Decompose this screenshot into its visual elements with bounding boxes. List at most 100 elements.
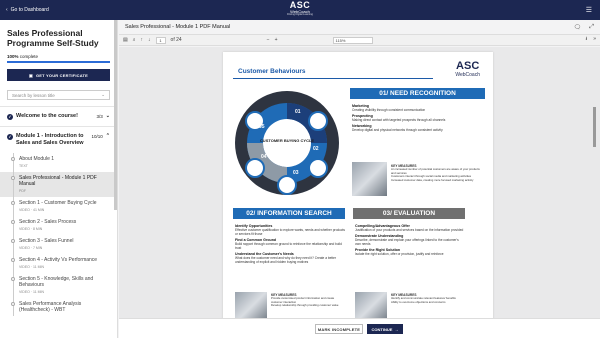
lesson-status-icon [11, 277, 15, 281]
lesson-title: Section 2 - Sales Process [19, 219, 77, 225]
check-icon: ✓ [7, 133, 13, 140]
item-text: Creating visibility through consistent c… [352, 108, 426, 112]
certificate-icon: ▣ [28, 72, 33, 78]
need-key-measures: KEY MEASURES An increased number of pote… [391, 164, 483, 182]
phone-photo [352, 162, 387, 196]
item-text: What does the customer need and why do t… [235, 256, 336, 264]
lesson-title: About Module 1 [19, 156, 55, 162]
section-count: 10/10 [91, 134, 103, 139]
pdf-heading: Customer Behaviours [238, 68, 306, 75]
progress-value: 100% [7, 54, 19, 59]
buying-cycle-diagram: CUSTOMER BUYING CYCLE 01 02 03 04 05 [235, 91, 339, 195]
section-count: 3/3 [96, 114, 103, 119]
go-to-dashboard-link[interactable]: ‹ Go to Dashboard [6, 7, 49, 13]
sidebar-toggle-icon[interactable]: ▤ [123, 37, 128, 43]
search-icon[interactable]: ⌕ [133, 37, 136, 43]
cycle-step-number: 05 [259, 124, 265, 130]
information-search-list: Identify Opportunities Effective customer… [235, 222, 345, 264]
lesson-content: Sales Professional - Module 1 PDF Manual… [119, 20, 600, 338]
next-page-icon[interactable]: ↓ [148, 37, 151, 43]
item-text: Build rapport through common ground to r… [235, 242, 342, 250]
eval-key-measures: KEY MEASURES Identify and communicate re… [391, 293, 466, 304]
sidebar-scrollbar[interactable] [114, 20, 117, 210]
chevron-left-icon: ‹ [6, 7, 8, 13]
chevron-down-icon: ⌄ [105, 113, 110, 119]
cycle-center-label: CUSTOMER BUYING CYCLE [260, 138, 314, 143]
lesson-title: Section 3 - Sales Funnel [19, 238, 74, 244]
hamburger-menu-icon[interactable]: ☰ [586, 6, 592, 14]
lesson-item[interactable]: Section 1 - Customer Buying Cycle VIDEO ·… [0, 197, 117, 216]
lesson-status-icon [11, 220, 15, 224]
pdf-page: Customer Behaviours ASC WebCoach CUSTOME… [223, 52, 493, 334]
zoom-out-icon[interactable]: − [267, 37, 270, 43]
lesson-status-icon [11, 157, 15, 161]
lesson-item[interactable]: Section 3 - Sales Funnel VIDEO · 7 MIN [0, 235, 117, 254]
pdf-logo-main: ASC [456, 60, 480, 72]
document-title: Sales Professional - Module 1 PDF Manual [125, 24, 231, 30]
lesson-item-active[interactable]: Sales Professional - Module 1 PDF Manual… [0, 172, 117, 197]
divider [233, 78, 433, 79]
get-certificate-button[interactable]: ▣ GET YOUR CERTIFICATE [7, 69, 110, 81]
item-text: Describe, demonstrate and explain your o… [355, 238, 459, 246]
top-bar: ‹ Go to Dashboard ASC WebCoach Driving D… [0, 0, 600, 20]
lesson-meta: VIDEO · 11 MIN [19, 290, 45, 294]
zoom-select[interactable]: 115% [332, 36, 373, 44]
key-measure: Increased customer data, creating more f… [391, 177, 474, 182]
fullscreen-icon[interactable]: ⤢ [589, 24, 594, 31]
check-icon: ✓ [7, 113, 13, 120]
lesson-item[interactable]: Section 5 - Knowledge, Skills and Behavi… [0, 273, 117, 298]
item-text: Develop digital and physical networks th… [352, 128, 443, 132]
section-module-1[interactable]: ✓ Module 1 - Introduction to Sales and S… [0, 126, 117, 153]
mark-incomplete-button[interactable]: MARK INCOMPLETE [315, 324, 363, 334]
section-name: Welcome to the course! [16, 113, 78, 119]
item-text: Justification of your products and servi… [355, 228, 464, 232]
lesson-title: Section 1 - Customer Buying Cycle [19, 200, 97, 206]
information-search-header: 02/ INFORMATION SEARCH [233, 208, 345, 219]
lesson-item[interactable]: Section 2 - Sales Process VIDEO · 8 MIN [0, 216, 117, 235]
lesson-meta: PDF [19, 189, 26, 193]
certificate-label: GET YOUR CERTIFICATE [35, 72, 89, 78]
key-measure: Develop relationship through providing c… [271, 303, 339, 308]
search-placeholder: Search by lesson title [12, 92, 55, 98]
info-key-measures: KEY MEASURES Provide customised product … [271, 293, 346, 308]
lesson-item[interactable]: Sales Performance Analysis (Healthcheck)… [0, 298, 117, 316]
more-icon[interactable]: » [593, 36, 596, 44]
progress-bar-fill [7, 61, 110, 63]
page-number-input[interactable]: 1 [155, 36, 166, 44]
chevron-down-icon: ⌄ [101, 92, 105, 97]
arrow-right-icon: → [394, 326, 399, 332]
progress-label: complete [19, 54, 39, 59]
go-to-dashboard-label: Go to Dashboard [10, 7, 49, 13]
continue-label: CONTINUE [371, 326, 393, 332]
section-welcome[interactable]: ✓ Welcome to the course! 3/3 ⌄ [0, 106, 117, 126]
cycle-step-number: 03 [293, 170, 299, 176]
lesson-title: Section 4 - Activity Vs Performance [19, 257, 98, 263]
pdf-viewer[interactable]: Customer Behaviours ASC WebCoach CUSTOME… [119, 47, 600, 334]
zoom-in-icon[interactable]: + [275, 37, 278, 43]
zoom-value: 115% [335, 37, 346, 43]
download-icon[interactable]: ⭳ [585, 36, 587, 44]
pdf-scrollbar[interactable] [593, 107, 596, 147]
lesson-meta: TEXT [19, 164, 28, 168]
lesson-list: About Module 1 TEXT Sales Professional - … [0, 153, 117, 316]
key-measure: Ability to overcome objections and conce… [391, 299, 446, 304]
evaluation-header: 03/ EVALUATION [353, 208, 465, 219]
lesson-title: Section 5 - Knowledge, Skills and Behavi… [19, 276, 94, 288]
lesson-status-icon [11, 201, 15, 205]
lesson-footer: MARK INCOMPLETE CONTINUE → [119, 318, 600, 338]
item-text: Effective customer qualification to expl… [235, 228, 345, 236]
lesson-search-input[interactable]: Search by lesson title ⌄ [7, 90, 110, 100]
section-name: Module 1 - Introduction to Sales and Sal… [16, 133, 84, 146]
course-title: Sales Professional Programme Self-Study [7, 28, 99, 48]
item-text: Isolate the right solution, offer or pro… [355, 252, 444, 256]
previous-page-icon[interactable]: ↑ [141, 37, 144, 43]
pdf-toolbar: ▤ ⌕ ↑ ↓ 1 of 24 − + 115% ⭳ » [119, 34, 600, 46]
progress-bar [7, 61, 110, 63]
comment-icon[interactable]: 🗨 [574, 24, 582, 31]
continue-button[interactable]: CONTINUE → [367, 324, 403, 334]
need-recognition-header: 01/ NEED RECOGNITION [350, 88, 485, 99]
brand-logo: ASC WebCoach Driving Digital Learning [287, 1, 313, 17]
lesson-item[interactable]: Section 4 - Activity Vs Performance VIDEO… [0, 254, 117, 273]
lesson-item[interactable]: About Module 1 TEXT [0, 153, 117, 172]
lesson-meta: VIDEO · 41 MIN [19, 208, 45, 212]
